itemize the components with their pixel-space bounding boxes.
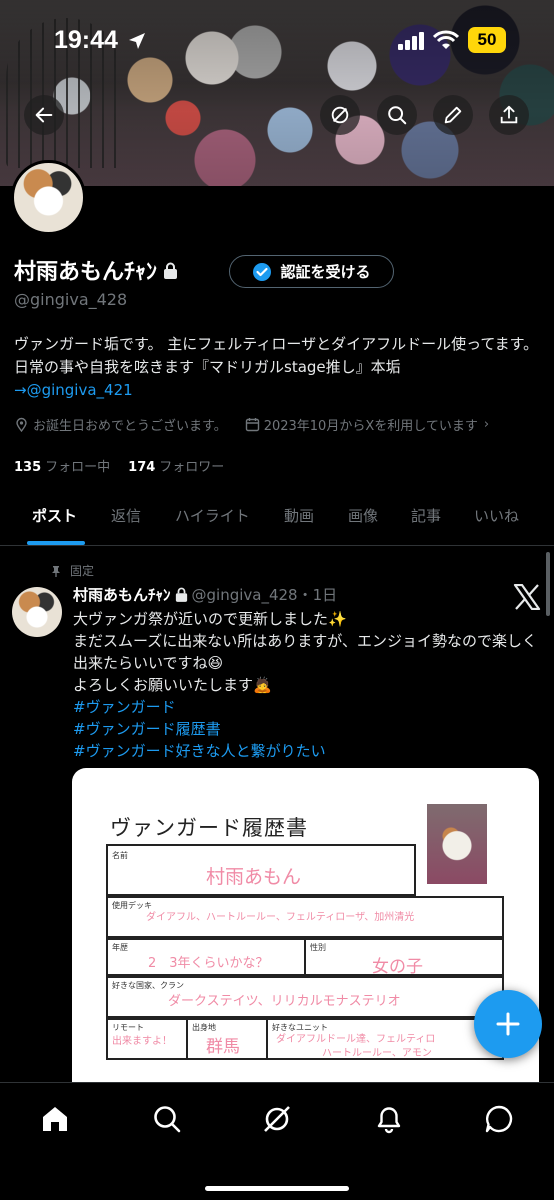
follow-stats: 135 フォロー中 174 フォロワー [14, 456, 224, 475]
compose-plus-icon [496, 1012, 520, 1036]
tab-posts[interactable]: ポスト [32, 490, 77, 546]
resume-title: ヴァンガード履歴書 [110, 816, 308, 840]
location-arrow-icon [129, 33, 145, 49]
lock-icon [164, 262, 178, 279]
verified-badge-icon [253, 262, 272, 281]
status-bar: 19:44 50 [0, 0, 554, 80]
post-body: 大ヴァンガ祭が近いので更新しました✨ まだスムーズに出来ない所はありますが、エン… [73, 608, 543, 762]
followers-link[interactable]: 174 フォロワー [128, 456, 224, 475]
resume-value: ダイアフルドール達、フェルティロ [276, 1034, 436, 1045]
pinned-label: 固定 [70, 564, 95, 578]
post-handle-time: @gingiva_428・1日 [191, 586, 338, 604]
share-button[interactable] [489, 95, 529, 135]
post-header: 村雨あもんﾁｬﾝ @gingiva_428・1日 [73, 584, 337, 605]
back-button[interactable] [24, 95, 64, 135]
bio-link[interactable]: →@gingiva_421 [14, 381, 133, 399]
bottom-navigation [0, 1082, 554, 1200]
resume-photo [427, 804, 487, 884]
search-icon [388, 106, 407, 125]
resume-label: 性別 [310, 943, 326, 952]
resume-label: 名前 [112, 851, 128, 860]
followers-label: フォロワー [159, 460, 225, 475]
post-image-card[interactable]: ヴァンガード履歴書 名前 村雨あもん 使用デッキ ダイアフル、ハートルールー、フ… [72, 768, 539, 1098]
back-arrow-icon [35, 107, 53, 123]
location-icon [16, 417, 27, 432]
profile-handle: @gingiva_428 [14, 290, 128, 309]
tab-replies[interactable]: 返信 [111, 490, 141, 546]
resume-value: ハートルールー、アモン [322, 1048, 432, 1059]
profile-meta: お誕生日おめでとうございます。 2023年10月からXを利用しています › [14, 415, 489, 434]
battery-indicator: 50 [468, 27, 506, 53]
bio-text: ヴァンガード垢です。 主にフェルティローザとダイアフルドール使ってます。日常の事… [14, 335, 539, 376]
post-line: 大ヴァンガ祭が近いので更新しました✨ [73, 610, 347, 628]
profile-bio: ヴァンガード垢です。 主にフェルティローザとダイアフルドール使ってます。日常の事… [14, 333, 548, 402]
grok-button[interactable] [320, 95, 360, 135]
resume-value: ダークステイツ、リリカルモナステリオ [168, 994, 401, 1009]
post-author-avatar[interactable] [12, 587, 62, 637]
hashtag-link[interactable]: #ヴァンガード好きな人と繋がりたい [73, 740, 543, 762]
edit-pencil-icon [444, 106, 462, 124]
resume-value: 女の子 [372, 957, 423, 977]
home-icon[interactable] [39, 1103, 71, 1135]
following-link[interactable]: 135 フォロー中 [14, 456, 110, 475]
hashtag-link[interactable]: #ヴァンガード [73, 696, 543, 718]
status-time: 19:44 [54, 26, 118, 54]
chevron-right-icon[interactable]: › [484, 417, 489, 432]
no-sign-icon [331, 106, 349, 124]
profile-avatar[interactable] [11, 160, 86, 235]
followers-count: 174 [128, 460, 156, 475]
search-button[interactable] [377, 95, 417, 135]
lock-icon [175, 587, 187, 602]
resume-value: ダイアフル、ハートルールー、フェルティローザ、加州清光 [146, 912, 415, 923]
grok-icon[interactable] [261, 1103, 293, 1135]
tab-media[interactable]: 画像 [348, 490, 378, 546]
display-name-row: 村雨あもんﾁｬﾝ [14, 252, 178, 288]
pin-icon [52, 565, 60, 577]
post-author-name[interactable]: 村雨あもんﾁｬﾝ [73, 584, 171, 605]
messages-icon[interactable] [483, 1103, 515, 1135]
active-tab-indicator [27, 541, 85, 545]
notifications-bell-icon[interactable] [373, 1103, 405, 1135]
resume-value: 群馬 [206, 1037, 240, 1057]
home-indicator [205, 1186, 349, 1191]
compose-post-button[interactable] [474, 990, 542, 1058]
edit-button[interactable] [433, 95, 473, 135]
resume-label: 年歴 [112, 943, 128, 952]
profile-tabs: ポスト 返信 ハイライト 動画 画像 記事 いいね [0, 490, 554, 546]
wifi-icon [433, 30, 459, 49]
scrollbar[interactable] [546, 552, 550, 616]
joined-date: 2023年10月からXを利用しています [263, 419, 478, 434]
calendar-icon [245, 418, 259, 432]
tab-videos[interactable]: 動画 [284, 490, 314, 546]
post-line: まだスムーズに出来ない所はありますが、エンジョイ勢なので楽しく出来たらいいですね… [73, 632, 537, 672]
resume-value: 出来ますよ！ [112, 1036, 172, 1047]
share-icon [500, 105, 518, 124]
display-name: 村雨あもんﾁｬﾝ [14, 260, 158, 285]
tab-likes[interactable]: いいね [474, 490, 519, 546]
resume-value: 村雨あもん [206, 866, 302, 888]
cell-signal-icon [398, 32, 424, 50]
resume-value: 2 3年くらいかな？ [148, 956, 269, 971]
hashtag-link[interactable]: #ヴァンガード履歴書 [73, 718, 543, 740]
tab-articles[interactable]: 記事 [411, 490, 441, 546]
get-verified-label: 認証を受ける [280, 263, 371, 281]
pinned-indicator: 固定 [50, 562, 94, 579]
x-logo-icon [513, 584, 541, 610]
explore-search-icon[interactable] [151, 1103, 183, 1135]
tab-highlights[interactable]: ハイライト [175, 490, 250, 546]
following-label: フォロー中 [45, 460, 111, 475]
get-verified-button[interactable]: 認証を受ける [229, 255, 394, 288]
post-line: よろしくお願いいたします🙇 [73, 676, 272, 694]
following-count: 135 [14, 460, 42, 475]
birthday-text: お誕生日おめでとうございます。 [33, 419, 227, 434]
